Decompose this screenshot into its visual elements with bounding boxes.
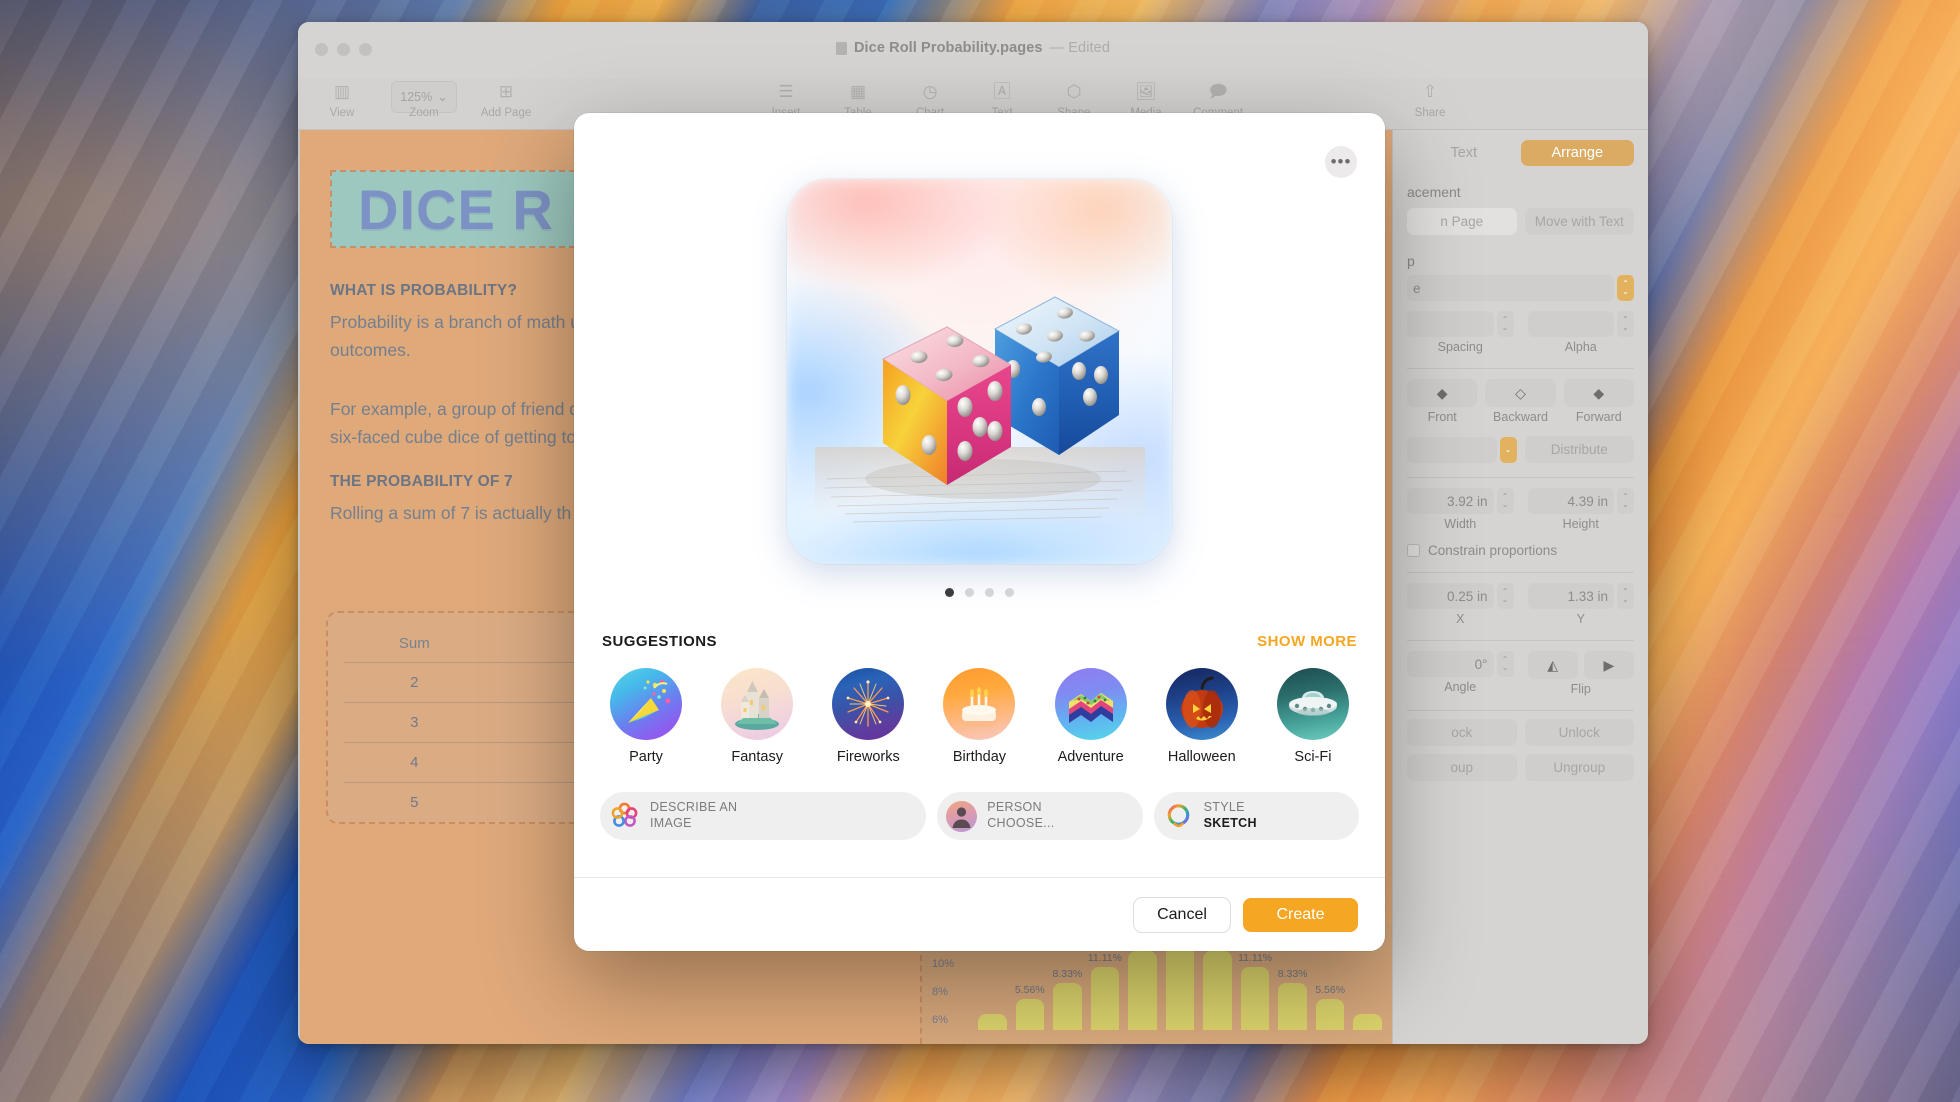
- suggestion-adventure[interactable]: Adventure: [1045, 668, 1137, 765]
- style-sketch-icon: [1163, 801, 1194, 832]
- suggestion-label: Fireworks: [836, 749, 900, 765]
- describe-an-image-chip[interactable]: DESCRIBE AN IMAGE: [600, 792, 927, 840]
- create-button[interactable]: Create: [1243, 897, 1358, 932]
- image-playground-icon: [609, 801, 640, 832]
- suggestion-birthday[interactable]: Birthday: [933, 668, 1025, 765]
- person-chip[interactable]: PERSON CHOOSE...: [937, 792, 1143, 840]
- castle-icon: [721, 668, 794, 740]
- suggestion-halloween[interactable]: Halloween: [1156, 668, 1248, 765]
- party-popper-icon: [610, 668, 682, 740]
- suggestions-title: SUGGESTIONS: [602, 633, 717, 650]
- ufo-icon: [1276, 668, 1349, 740]
- chip-line2: CHOOSE...: [987, 816, 1055, 830]
- carousel-dot-3[interactable]: [985, 588, 994, 597]
- style-chip[interactable]: STYLE SKETCH: [1153, 792, 1360, 840]
- suggestion-label: Sci-Fi: [1294, 749, 1332, 765]
- suggestion-party[interactable]: Party: [600, 668, 692, 765]
- generated-image-preview[interactable]: [787, 179, 1172, 564]
- cancel-button[interactable]: Cancel: [1134, 897, 1230, 932]
- suggestion-fireworks[interactable]: Fireworks: [822, 668, 914, 765]
- person-icon: [946, 800, 978, 832]
- carousel-dots[interactable]: [945, 588, 1014, 597]
- carousel-dot-4[interactable]: [1005, 588, 1014, 597]
- suggestions-row[interactable]: Party Fantasy Fireworks Birthday Adventu…: [574, 650, 1385, 765]
- ellipsis-icon[interactable]: •••: [1325, 146, 1357, 178]
- birthday-cake-icon: [943, 668, 1016, 740]
- dialog-footer: Cancel Create: [574, 877, 1385, 951]
- suggestion-label: Fantasy: [731, 749, 783, 765]
- jack-o-lantern-icon: [1165, 668, 1238, 740]
- chip-line1: DESCRIBE AN: [650, 800, 738, 815]
- image-preview-area: [574, 113, 1385, 597]
- chip-line1: PERSON: [987, 800, 1042, 815]
- image-playground-dialog: ••• SUGGESTIONS SHOW MORE Party Fantasy …: [574, 113, 1385, 951]
- suggestion-label: Party: [629, 749, 663, 765]
- prompt-chips-row[interactable]: DESCRIBE AN IMAGE PERSON CHOOSE... STYLE…: [574, 765, 1385, 840]
- suggestion-sci-fi[interactable]: Sci-Fi: [1267, 668, 1359, 765]
- carousel-dot-1[interactable]: [945, 588, 954, 597]
- chip-line1: STYLE: [1203, 800, 1245, 815]
- suggestion-label: Adventure: [1057, 749, 1124, 765]
- dice-illustration: [815, 296, 1145, 525]
- chip-line2: SKETCH: [1203, 816, 1257, 830]
- fireworks-icon: [832, 668, 905, 740]
- show-more-button[interactable]: SHOW MORE: [1257, 633, 1357, 650]
- suggestion-label: Birthday: [952, 749, 1007, 765]
- carousel-dot-2[interactable]: [965, 588, 974, 597]
- map-icon: [1054, 668, 1127, 740]
- suggestion-fantasy[interactable]: Fantasy: [711, 668, 803, 765]
- suggestion-label: Halloween: [1167, 749, 1236, 765]
- suggestions-header: SUGGESTIONS SHOW MORE: [574, 597, 1385, 650]
- chip-line2: IMAGE: [650, 816, 692, 830]
